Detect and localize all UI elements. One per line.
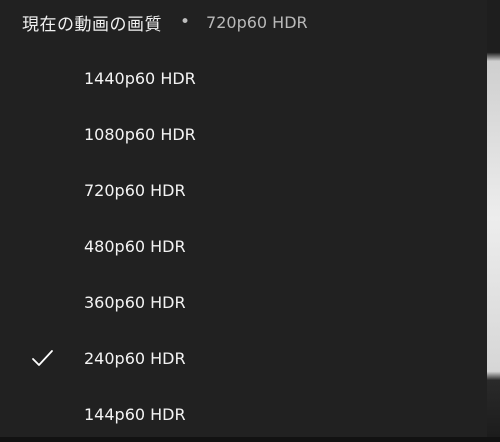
quality-menu: 現在の動画の画質 • 720p60 HDR 1440p60 HDR 1080p6…: [0, 0, 487, 437]
header-title: 現在の動画の画質: [22, 14, 162, 35]
quality-option-240p60[interactable]: 240p60 HDR: [0, 330, 487, 386]
quality-option-label: 360p60 HDR: [84, 292, 186, 312]
header-separator: •: [180, 12, 191, 32]
menu-header: 現在の動画の画質 • 720p60 HDR: [22, 7, 308, 37]
quality-option-label: 240p60 HDR: [84, 348, 186, 368]
quality-option-360p60[interactable]: 360p60 HDR: [0, 274, 487, 330]
quality-option-label: 1080p60 HDR: [84, 124, 196, 144]
quality-option-label: 480p60 HDR: [84, 236, 186, 256]
quality-option-label: 720p60 HDR: [84, 180, 186, 200]
quality-options-list: 1440p60 HDR 1080p60 HDR 720p60 HDR 480p6…: [0, 50, 487, 442]
quality-option-720p60[interactable]: 720p60 HDR: [0, 162, 487, 218]
quality-option-label: 144p60 HDR: [84, 404, 186, 424]
quality-option-1080p60[interactable]: 1080p60 HDR: [0, 106, 487, 162]
video-background-right: [486, 0, 500, 437]
quality-option-1440p60[interactable]: 1440p60 HDR: [0, 50, 487, 106]
check-icon: [32, 350, 53, 366]
quality-option-144p60[interactable]: 144p60 HDR: [0, 386, 487, 442]
quality-option-480p60[interactable]: 480p60 HDR: [0, 218, 487, 274]
quality-option-label: 1440p60 HDR: [84, 68, 196, 88]
current-quality-label: 720p60 HDR: [206, 12, 308, 32]
